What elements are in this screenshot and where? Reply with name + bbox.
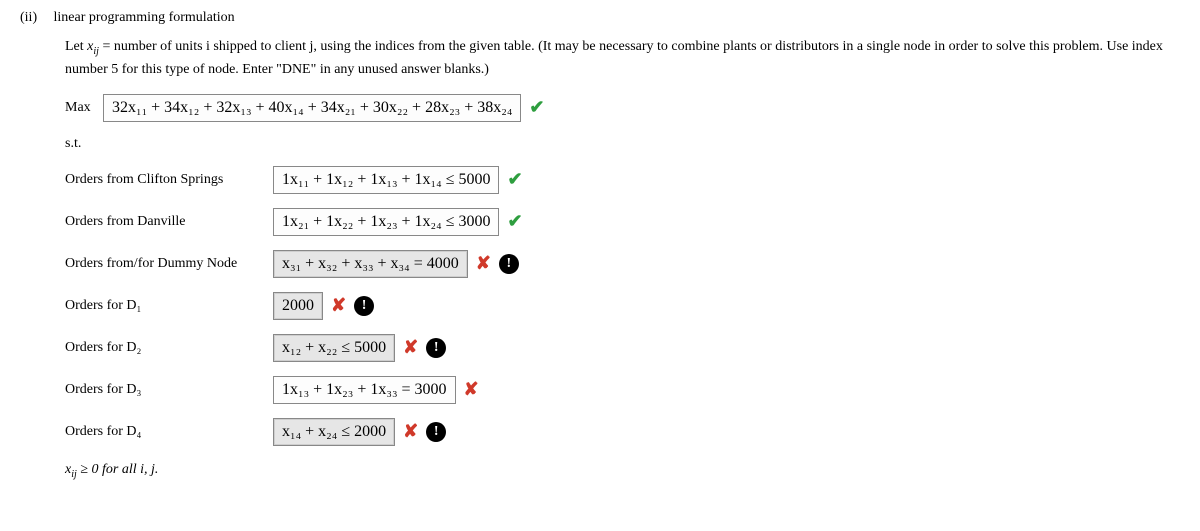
constraint-label: Orders for D₂ [65, 340, 265, 356]
constraint-label: Orders from Clifton Springs [65, 172, 265, 188]
alert-icon: ! [426, 338, 446, 358]
constraint-label: Orders for D₃ [65, 382, 265, 398]
alert-icon: ! [426, 422, 446, 442]
constraint-input[interactable]: x₁₂ + x₂₂ ≤ 5000 [273, 334, 395, 362]
constraint-label: Orders from Danville [65, 214, 265, 230]
constraint-row: Orders for D₄ x₁₄ + x₂₄ ≤ 2000 ✘! [65, 418, 1180, 446]
nonneg-sub: ij [71, 469, 77, 480]
constraint-label: Orders for D₄ [65, 424, 265, 440]
nonneg-text: ≥ 0 for all i, j. [80, 462, 158, 477]
constraint-input[interactable]: 2000 [273, 292, 323, 320]
constraint-label: Orders for D₁ [65, 298, 265, 314]
constraint-row: Orders from Clifton Springs 1x₁₁ + 1x₁₂ +… [65, 166, 1180, 194]
cross-icon: ✘ [403, 337, 418, 358]
constraint-row: Orders for D₂ x₁₂ + x₂₂ ≤ 5000 ✘! [65, 334, 1180, 362]
alert-icon: ! [354, 296, 374, 316]
part-number: (ii) [20, 10, 50, 26]
constraint-row: Orders from Danville 1x₂₁ + 1x₂₂ + 1x₂₃ +… [65, 208, 1180, 236]
intro-sub: ij [93, 46, 99, 57]
part-title: linear programming formulation [54, 10, 235, 26]
objective-label: Max [65, 100, 95, 116]
objective-input[interactable]: 32x₁₁ + 34x₁₂ + 32x₁₃ + 40x₁₄ + 34x₂₁ + … [103, 94, 521, 122]
alert-icon: ! [499, 254, 519, 274]
intro-text: Let xij = number of units i shipped to c… [65, 36, 1180, 80]
constraint-row: Orders for D₃ 1x₁₃ + 1x₂₃ + 1x₃₃ = 3000 ✘ [65, 376, 1180, 404]
constraint-row: Orders from/for Dummy Node x₃₁ + x₃₂ + x₃… [65, 250, 1180, 278]
cross-icon: ✘ [476, 253, 491, 274]
check-icon: ✔ [507, 211, 522, 232]
check-icon: ✔ [529, 97, 544, 118]
intro-pre: Let [65, 39, 87, 54]
nonneg-constraint: xij ≥ 0 for all i, j. [65, 462, 1180, 480]
constraint-input[interactable]: x₃₁ + x₃₂ + x₃₃ + x₃₄ = 4000 [273, 250, 468, 278]
cross-icon: ✘ [331, 295, 346, 316]
constraint-input[interactable]: 1x₁₁ + 1x₁₂ + 1x₁₃ + 1x₁₄ ≤ 5000 [273, 166, 499, 194]
constraint-label: Orders from/for Dummy Node [65, 256, 265, 272]
constraint-input[interactable]: x₁₄ + x₂₄ ≤ 2000 [273, 418, 395, 446]
check-icon: ✔ [507, 169, 522, 190]
intro-post: = number of units i shipped to client j,… [65, 39, 1163, 77]
subject-to-label: s.t. [65, 136, 1180, 152]
cross-icon: ✘ [403, 421, 418, 442]
constraint-input[interactable]: 1x₂₁ + 1x₂₂ + 1x₂₃ + 1x₂₄ ≤ 3000 [273, 208, 499, 236]
constraint-row: Orders for D₁ 2000 ✘! [65, 292, 1180, 320]
constraint-input[interactable]: 1x₁₃ + 1x₂₃ + 1x₃₃ = 3000 [273, 376, 456, 404]
cross-icon: ✘ [464, 379, 479, 400]
